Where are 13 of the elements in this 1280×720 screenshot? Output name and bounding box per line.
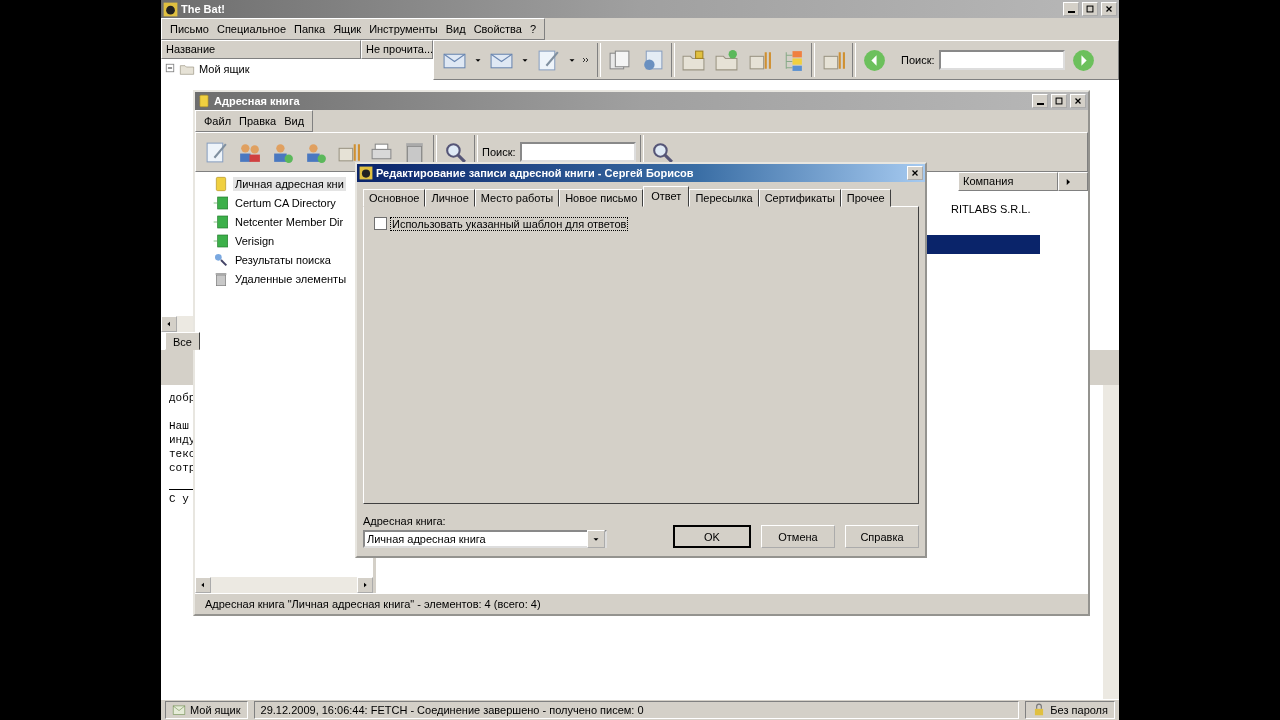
field-label: Адресная книга: bbox=[363, 515, 447, 527]
search-label: Поиск: bbox=[901, 54, 935, 66]
window-title: The Bat! bbox=[181, 3, 226, 15]
preview-text: Наш bbox=[169, 419, 190, 433]
log-status: 29.12.2009, 16:06:44: FETCH - Соединение завершено - получено писем: 0 bbox=[253, 701, 1020, 719]
search-label: Поиск: bbox=[482, 146, 516, 158]
preview-text: текс bbox=[169, 447, 197, 461]
account-status: Мой ящик bbox=[165, 701, 248, 719]
dialog-title: Редактирование записи адресной книги - Сергей Борисов bbox=[376, 167, 695, 179]
security-status: Без пароля bbox=[1025, 701, 1115, 719]
window-title: Адресная книга bbox=[214, 95, 301, 107]
preview-text: С у bbox=[169, 492, 190, 506]
status-text: Адресная книга "Личная адресная книга" - элементов: 4 (всего: 4) bbox=[204, 598, 541, 610]
